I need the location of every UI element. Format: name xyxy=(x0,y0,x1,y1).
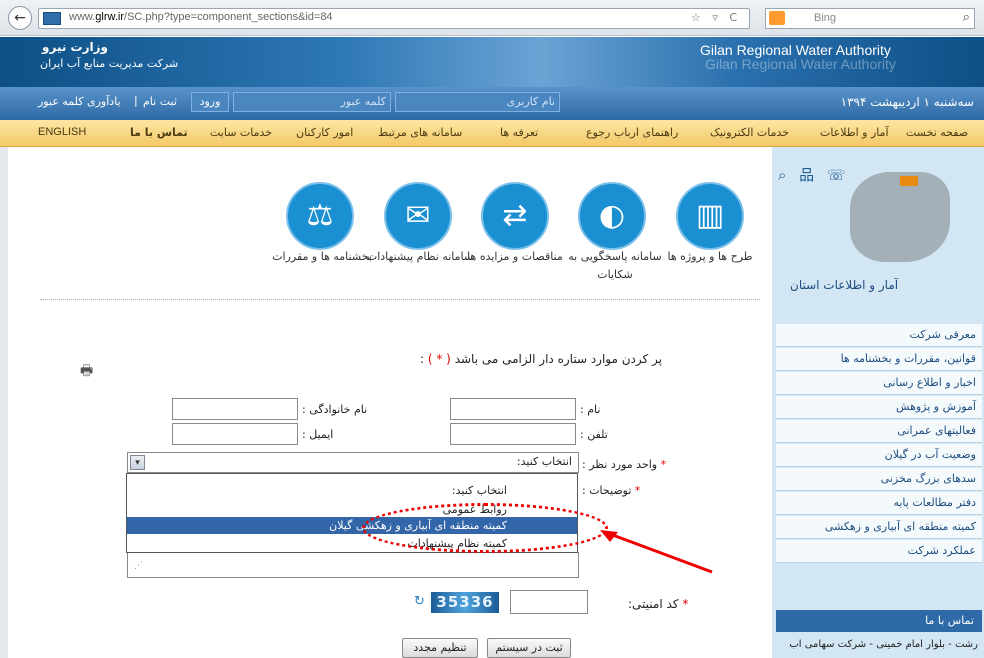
section-divider xyxy=(40,299,760,300)
sidebar-item-news[interactable]: اخبار و اطلاع رسانی xyxy=(776,372,982,395)
search-icon[interactable]: ⌕ xyxy=(963,10,970,25)
required-note-star: ( * ) xyxy=(427,352,451,366)
menu-english[interactable]: ENGLISH xyxy=(38,126,86,138)
first-name-label: نام : xyxy=(580,403,601,416)
description-textarea[interactable]: ⋰ xyxy=(127,552,579,578)
sidebar-item-regulations[interactable]: قوانین، مقررات و بخشنامه ها xyxy=(776,348,982,371)
login-bar: سه‌شنبه ۱ اردیبهشت ۱۳۹۴ نام کاربری کلمه … xyxy=(0,87,984,120)
sidebar-item-research[interactable]: آموزش و پژوهش xyxy=(776,396,982,419)
browser-toolbar: ← www.glrw.ir/SC.php?type=component_sect… xyxy=(0,0,984,36)
envelope-icon: ✉ xyxy=(405,198,431,233)
phone-input[interactable] xyxy=(450,423,576,445)
headset-icon: ◐ xyxy=(598,198,626,233)
building-icon: ▥ xyxy=(695,198,725,233)
chevron-down-icon[interactable]: ▾ xyxy=(130,455,145,470)
site-banner: وزارت نیرو شرکت مدیریت منابع آب ایران Gi… xyxy=(0,37,984,87)
captcha-image: 35336 xyxy=(431,592,499,613)
annotation-ellipse xyxy=(362,503,608,553)
unit-select[interactable]: انتخاب کنید: ▾ xyxy=(127,452,579,473)
unit-select-value: انتخاب کنید: xyxy=(516,455,572,468)
sidebar-item-water-status[interactable]: وضعیت آب در گیلان xyxy=(776,444,982,467)
current-date: سه‌شنبه ۱ اردیبهشت ۱۳۹۴ xyxy=(840,95,974,109)
left-page-edge xyxy=(0,147,8,658)
url-text: www.glrw.ir/SC.php?type=component_sectio… xyxy=(69,11,333,23)
password-reminder-link[interactable]: یادآوری کلمه عبور xyxy=(38,95,121,108)
sidebar-item-basic-studies[interactable]: دفتر مطالعات پایه xyxy=(776,492,982,515)
menu-client-guide[interactable]: راهنمای ارباب رجوع xyxy=(586,126,678,139)
unit-required-star: * xyxy=(660,458,667,471)
service-projects[interactable]: ▥ xyxy=(676,182,744,250)
bing-logo-icon[interactable] xyxy=(769,11,785,25)
description-label: * توضیحات : xyxy=(582,484,640,497)
menu-home[interactable]: صفحه نخست xyxy=(906,126,968,139)
service-regulations-label[interactable]: بخشنامه ها و مقررات xyxy=(262,248,382,266)
company-name: شرکت مدیریت منابع آب ایران xyxy=(40,57,179,70)
menu-contact-us[interactable]: تماس با ما xyxy=(130,126,188,139)
required-note-text: پر کردن موارد ستاره دار الزامی می باشد xyxy=(454,352,662,366)
ministry-name: وزارت نیرو xyxy=(42,40,108,54)
service-complaints[interactable]: ◐ xyxy=(578,182,646,250)
search-engine-name: Bing xyxy=(814,12,837,24)
gilan-highlight xyxy=(900,176,918,186)
menu-related-systems[interactable]: سامانه های مرتبط xyxy=(378,126,462,139)
print-icon[interactable]: 🖶 xyxy=(80,360,93,384)
email-input[interactable] xyxy=(172,423,298,445)
service-regulations[interactable]: ⚖ xyxy=(286,182,354,250)
service-tenders[interactable]: ⇄ xyxy=(481,182,549,250)
site-favicon-icon xyxy=(43,12,61,25)
password-input[interactable]: کلمه عبور xyxy=(233,92,391,112)
first-name-input[interactable] xyxy=(450,398,576,420)
last-name-input[interactable] xyxy=(172,398,298,420)
province-stats-title[interactable]: آمار و اطلاعات استان xyxy=(790,278,898,292)
phone-label: تلفن : xyxy=(580,428,608,441)
sidebar-item-company-intro[interactable]: معرفی شرکت xyxy=(776,324,982,347)
address-bar[interactable]: www.glrw.ir/SC.php?type=component_sectio… xyxy=(38,8,750,29)
last-name-label: نام خانوادگی : xyxy=(302,403,368,416)
resize-grip-icon[interactable]: ⋰ xyxy=(134,561,143,571)
register-link[interactable]: ثبت نام xyxy=(143,95,177,108)
main-menu: صفحه نخست آمار و اطلاعات خدمات الکترونیک… xyxy=(0,120,984,147)
captcha-input[interactable] xyxy=(510,590,588,614)
reset-button[interactable]: تنظیم مجدد xyxy=(402,638,478,658)
contact-address: رشت - بلوار امام خمینی - شرکت سهامی آب xyxy=(789,639,978,650)
description-label-text: توضیحات : xyxy=(582,484,632,497)
menu-site-services[interactable]: خدمات سایت xyxy=(210,126,272,139)
submit-button[interactable]: ثبت در سیستم xyxy=(487,638,571,658)
unit-label: * واحد مورد نظر : xyxy=(582,458,666,471)
captcha-required-star: * xyxy=(682,597,689,611)
description-required-star: * xyxy=(634,484,641,497)
unit-label-text: واحد مورد نظر : xyxy=(582,458,658,471)
menu-tariffs[interactable]: تعرفه ها xyxy=(500,126,538,139)
handshake-icon: ⇄ xyxy=(502,198,528,233)
sidebar-tool-icons[interactable]: ⌕ 品 ☏ xyxy=(778,164,850,185)
login-separator: | xyxy=(134,94,138,107)
required-fields-note: پر کردن موارد ستاره دار الزامی می باشد (… xyxy=(420,352,662,366)
sidebar-item-dams[interactable]: سدهای بزرگ مخزنی xyxy=(776,468,982,491)
annotation-arrow xyxy=(600,530,713,574)
bookmark-reload-icons[interactable]: ☆ ▿ C xyxy=(691,11,741,24)
scales-icon: ⚖ xyxy=(306,198,334,233)
captcha-label-text: کد امنیتی: xyxy=(628,597,679,611)
email-label: ایمیل : xyxy=(302,428,334,441)
back-arrow-icon[interactable]: ← xyxy=(8,6,32,30)
refresh-captcha-icon[interactable]: ↻ xyxy=(414,594,425,609)
captcha-label: * کد امنیتی: xyxy=(628,597,688,611)
login-button[interactable]: ورود xyxy=(191,92,229,112)
sidebar-item-irrigation-committee[interactable]: کمیته منطقه ای آبیاری و زهکشی xyxy=(776,516,982,539)
authority-name-reflection: Gilan Regional Water Authority xyxy=(705,56,896,72)
required-note-colon: : xyxy=(420,352,425,366)
dropdown-option-choose[interactable]: انتخاب کنید: xyxy=(127,482,577,499)
service-suggestions[interactable]: ✉ xyxy=(384,182,452,250)
sidebar-item-construction[interactable]: فعالیتهای عمرانی xyxy=(776,420,982,443)
username-input[interactable]: نام کاربری xyxy=(395,92,560,112)
contact-us-header[interactable]: تماس با ما xyxy=(776,610,982,632)
search-bar[interactable]: Bing ⌕ xyxy=(765,8,975,29)
sidebar-item-performance[interactable]: عملکرد شرکت xyxy=(776,540,982,563)
menu-statistics[interactable]: آمار و اطلاعات xyxy=(820,126,889,139)
menu-e-services[interactable]: خدمات الکترونیک xyxy=(710,126,789,139)
menu-staff-affairs[interactable]: امور کارکنان xyxy=(296,126,353,139)
